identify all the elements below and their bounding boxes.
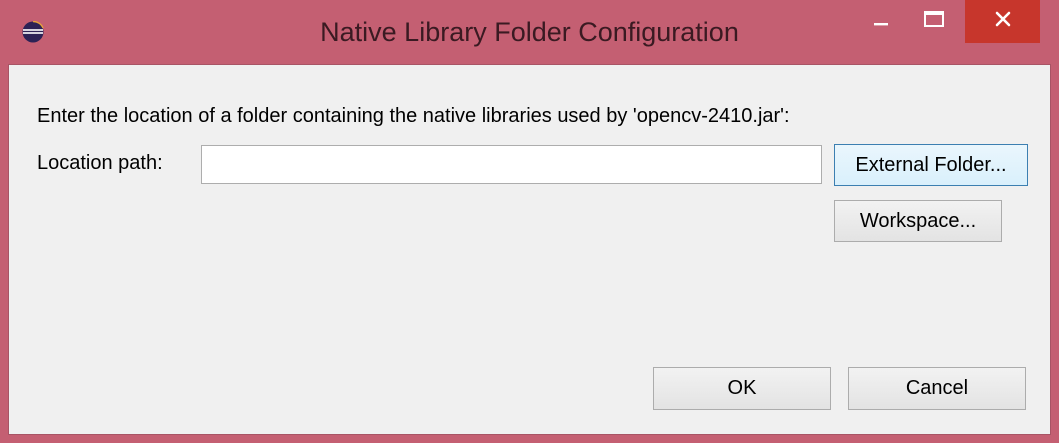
location-path-label: Location path: bbox=[37, 152, 163, 174]
maximize-icon bbox=[924, 11, 944, 32]
cancel-button[interactable]: Cancel bbox=[848, 367, 1026, 410]
minimize-icon bbox=[874, 13, 888, 31]
instruction-text: Enter the location of a folder containin… bbox=[37, 105, 790, 127]
dialog-content: Enter the location of a folder containin… bbox=[8, 64, 1051, 435]
ok-button[interactable]: OK bbox=[653, 367, 831, 410]
minimize-button[interactable] bbox=[858, 0, 904, 43]
dialog-window: Native Library Folder Configuration Ente… bbox=[0, 0, 1059, 443]
external-folder-button[interactable]: External Folder... bbox=[834, 144, 1028, 186]
close-button[interactable] bbox=[965, 0, 1040, 43]
workspace-button[interactable]: Workspace... bbox=[834, 200, 1002, 242]
location-path-input[interactable] bbox=[201, 145, 822, 184]
title-bar[interactable]: Native Library Folder Configuration bbox=[0, 0, 1059, 64]
maximize-button[interactable] bbox=[909, 0, 959, 43]
close-icon bbox=[995, 11, 1011, 32]
eclipse-icon[interactable] bbox=[22, 20, 44, 43]
